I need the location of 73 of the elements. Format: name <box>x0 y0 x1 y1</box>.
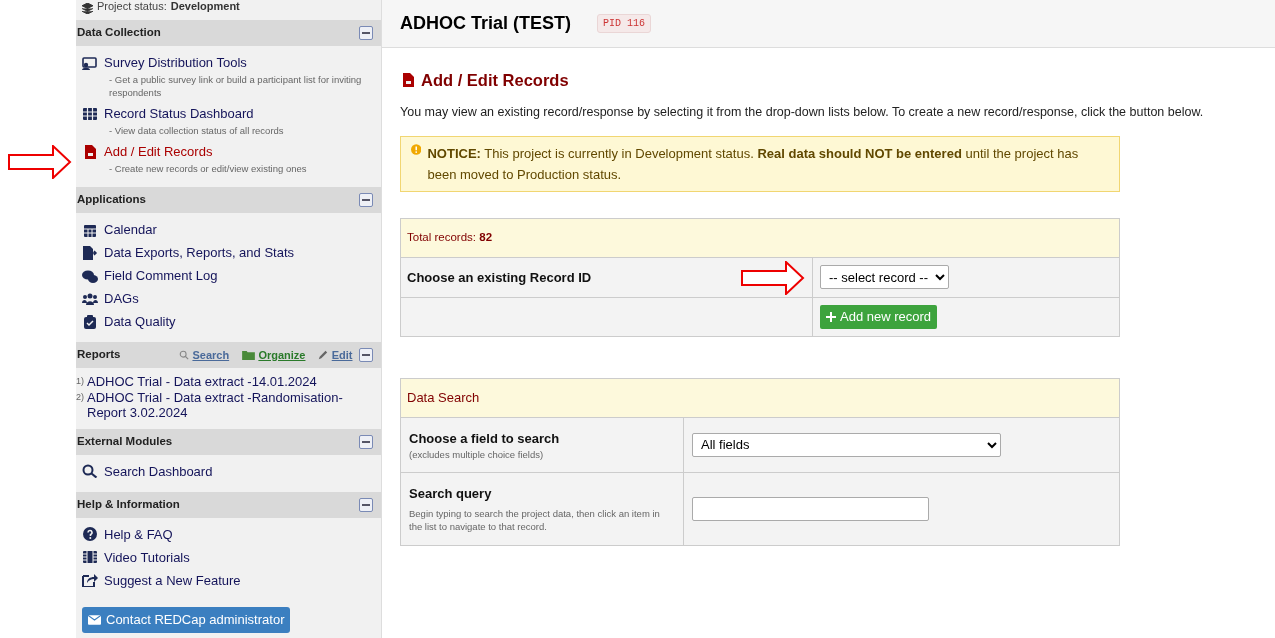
warning-icon <box>411 142 422 156</box>
search-icon <box>179 350 190 360</box>
nav-link[interactable]: Data Exports, Reports, and Stats <box>82 242 295 263</box>
nav-link[interactable]: Survey Distribution Tools <box>82 52 247 73</box>
nav-link[interactable]: Record Status Dashboard <box>82 103 254 124</box>
collapse-icon[interactable] <box>359 193 373 207</box>
share-icon <box>82 573 98 587</box>
intro-text: You may view an existing record/response by selecting it from the drop-down lists below. To create a new record/response, click the button below. <box>400 103 1205 121</box>
nav-link[interactable]: Search Dashboard <box>82 460 213 482</box>
annotation-arrow <box>741 260 805 295</box>
document-icon <box>400 73 416 88</box>
section-title: Reports <box>77 347 121 363</box>
field-select[interactable]: All fields <box>692 432 1001 457</box>
report-action-link[interactable]: Search <box>192 346 230 364</box>
status-label: Project status: <box>97 0 167 14</box>
plus-icon <box>826 311 836 322</box>
status-value: Development <box>170 0 240 14</box>
report-action-link[interactable]: Edit <box>331 346 353 364</box>
layers-icon <box>82 3 93 14</box>
grid-icon <box>82 106 98 121</box>
collapse-icon[interactable] <box>359 434 373 449</box>
comments-icon <box>82 268 98 283</box>
report-number: 1) <box>76 375 85 388</box>
link-description: - View data collection status of all records <box>108 124 285 137</box>
section-title: Applications <box>77 192 146 208</box>
report-number: 2) <box>76 390 85 404</box>
page-heading: Add / Edit Records <box>421 70 569 91</box>
section-title: Help & Information <box>77 496 180 512</box>
nav-link[interactable]: Field Comment Log <box>82 265 218 286</box>
nav-link[interactable]: Suggest a New Feature <box>82 569 241 591</box>
envelope-icon <box>88 614 101 625</box>
total-records-count: 82 <box>479 231 493 244</box>
collapse-icon[interactable] <box>359 497 373 512</box>
row-hint: (excludes multiple choice fields) <box>409 448 545 461</box>
nav-link[interactable]: Video Tutorials <box>82 546 190 568</box>
row-label: Choose an existing Record ID <box>407 269 592 285</box>
nav-link[interactable]: Add / Edit Records <box>82 141 213 162</box>
link-description: - Create new records or edit/view existing ones <box>108 162 308 175</box>
pid-badge: PID 116 <box>597 14 652 33</box>
record-select[interactable]: -- select record -- <box>820 265 949 290</box>
link-description: - Get a public survey link or build a participant list for inviting respondents <box>108 73 363 99</box>
row-label: Search query <box>409 485 493 504</box>
report-action-link[interactable]: Organize <box>258 346 306 364</box>
section-title: External Modules <box>77 433 173 449</box>
pencil-icon <box>318 350 329 360</box>
nav-link[interactable]: Data Quality <box>82 311 176 332</box>
project-title: ADHOC Trial (TEST) <box>400 12 571 35</box>
presentation-icon <box>82 55 98 70</box>
nav-link[interactable]: Calendar <box>82 219 157 240</box>
report-link[interactable]: ADHOC Trial - Data extract -Randomisation-Report 3.02.2024 <box>87 389 375 421</box>
section-title: Data Search <box>407 390 480 405</box>
contact-button[interactable]: Contact REDCap administrator <box>82 607 291 633</box>
nav-link[interactable]: DAGs <box>82 288 139 309</box>
section-title: Data Collection <box>77 25 161 41</box>
users-icon <box>82 291 98 306</box>
nav-link[interactable]: Help & FAQ <box>82 523 173 545</box>
folder-icon <box>242 350 256 360</box>
annotation-arrow <box>8 145 72 179</box>
collapse-icon[interactable] <box>359 26 373 40</box>
row-hint: Begin typing to search the project data, then click an item in the list to navigate to that record. <box>409 507 661 534</box>
clipboard-check-icon <box>82 314 98 329</box>
row-label: Choose a field to search <box>409 429 561 448</box>
report-link[interactable]: ADHOC Trial - Data extract -14.01.2024 <box>87 374 317 390</box>
notice-text: NOTICE: This project is currently in Development status. Real data should NOT be entered until the project has been moved to Production status. <box>427 144 1080 184</box>
total-records-label: Total records: <box>407 231 478 244</box>
collapse-icon[interactable] <box>359 348 373 362</box>
file-export-icon <box>82 245 98 260</box>
search-icon <box>82 464 98 478</box>
help-icon <box>82 527 98 541</box>
document-icon <box>82 144 98 159</box>
calendar-icon <box>82 222 98 237</box>
film-icon <box>82 550 98 564</box>
search-query-field[interactable] <box>692 496 929 521</box>
